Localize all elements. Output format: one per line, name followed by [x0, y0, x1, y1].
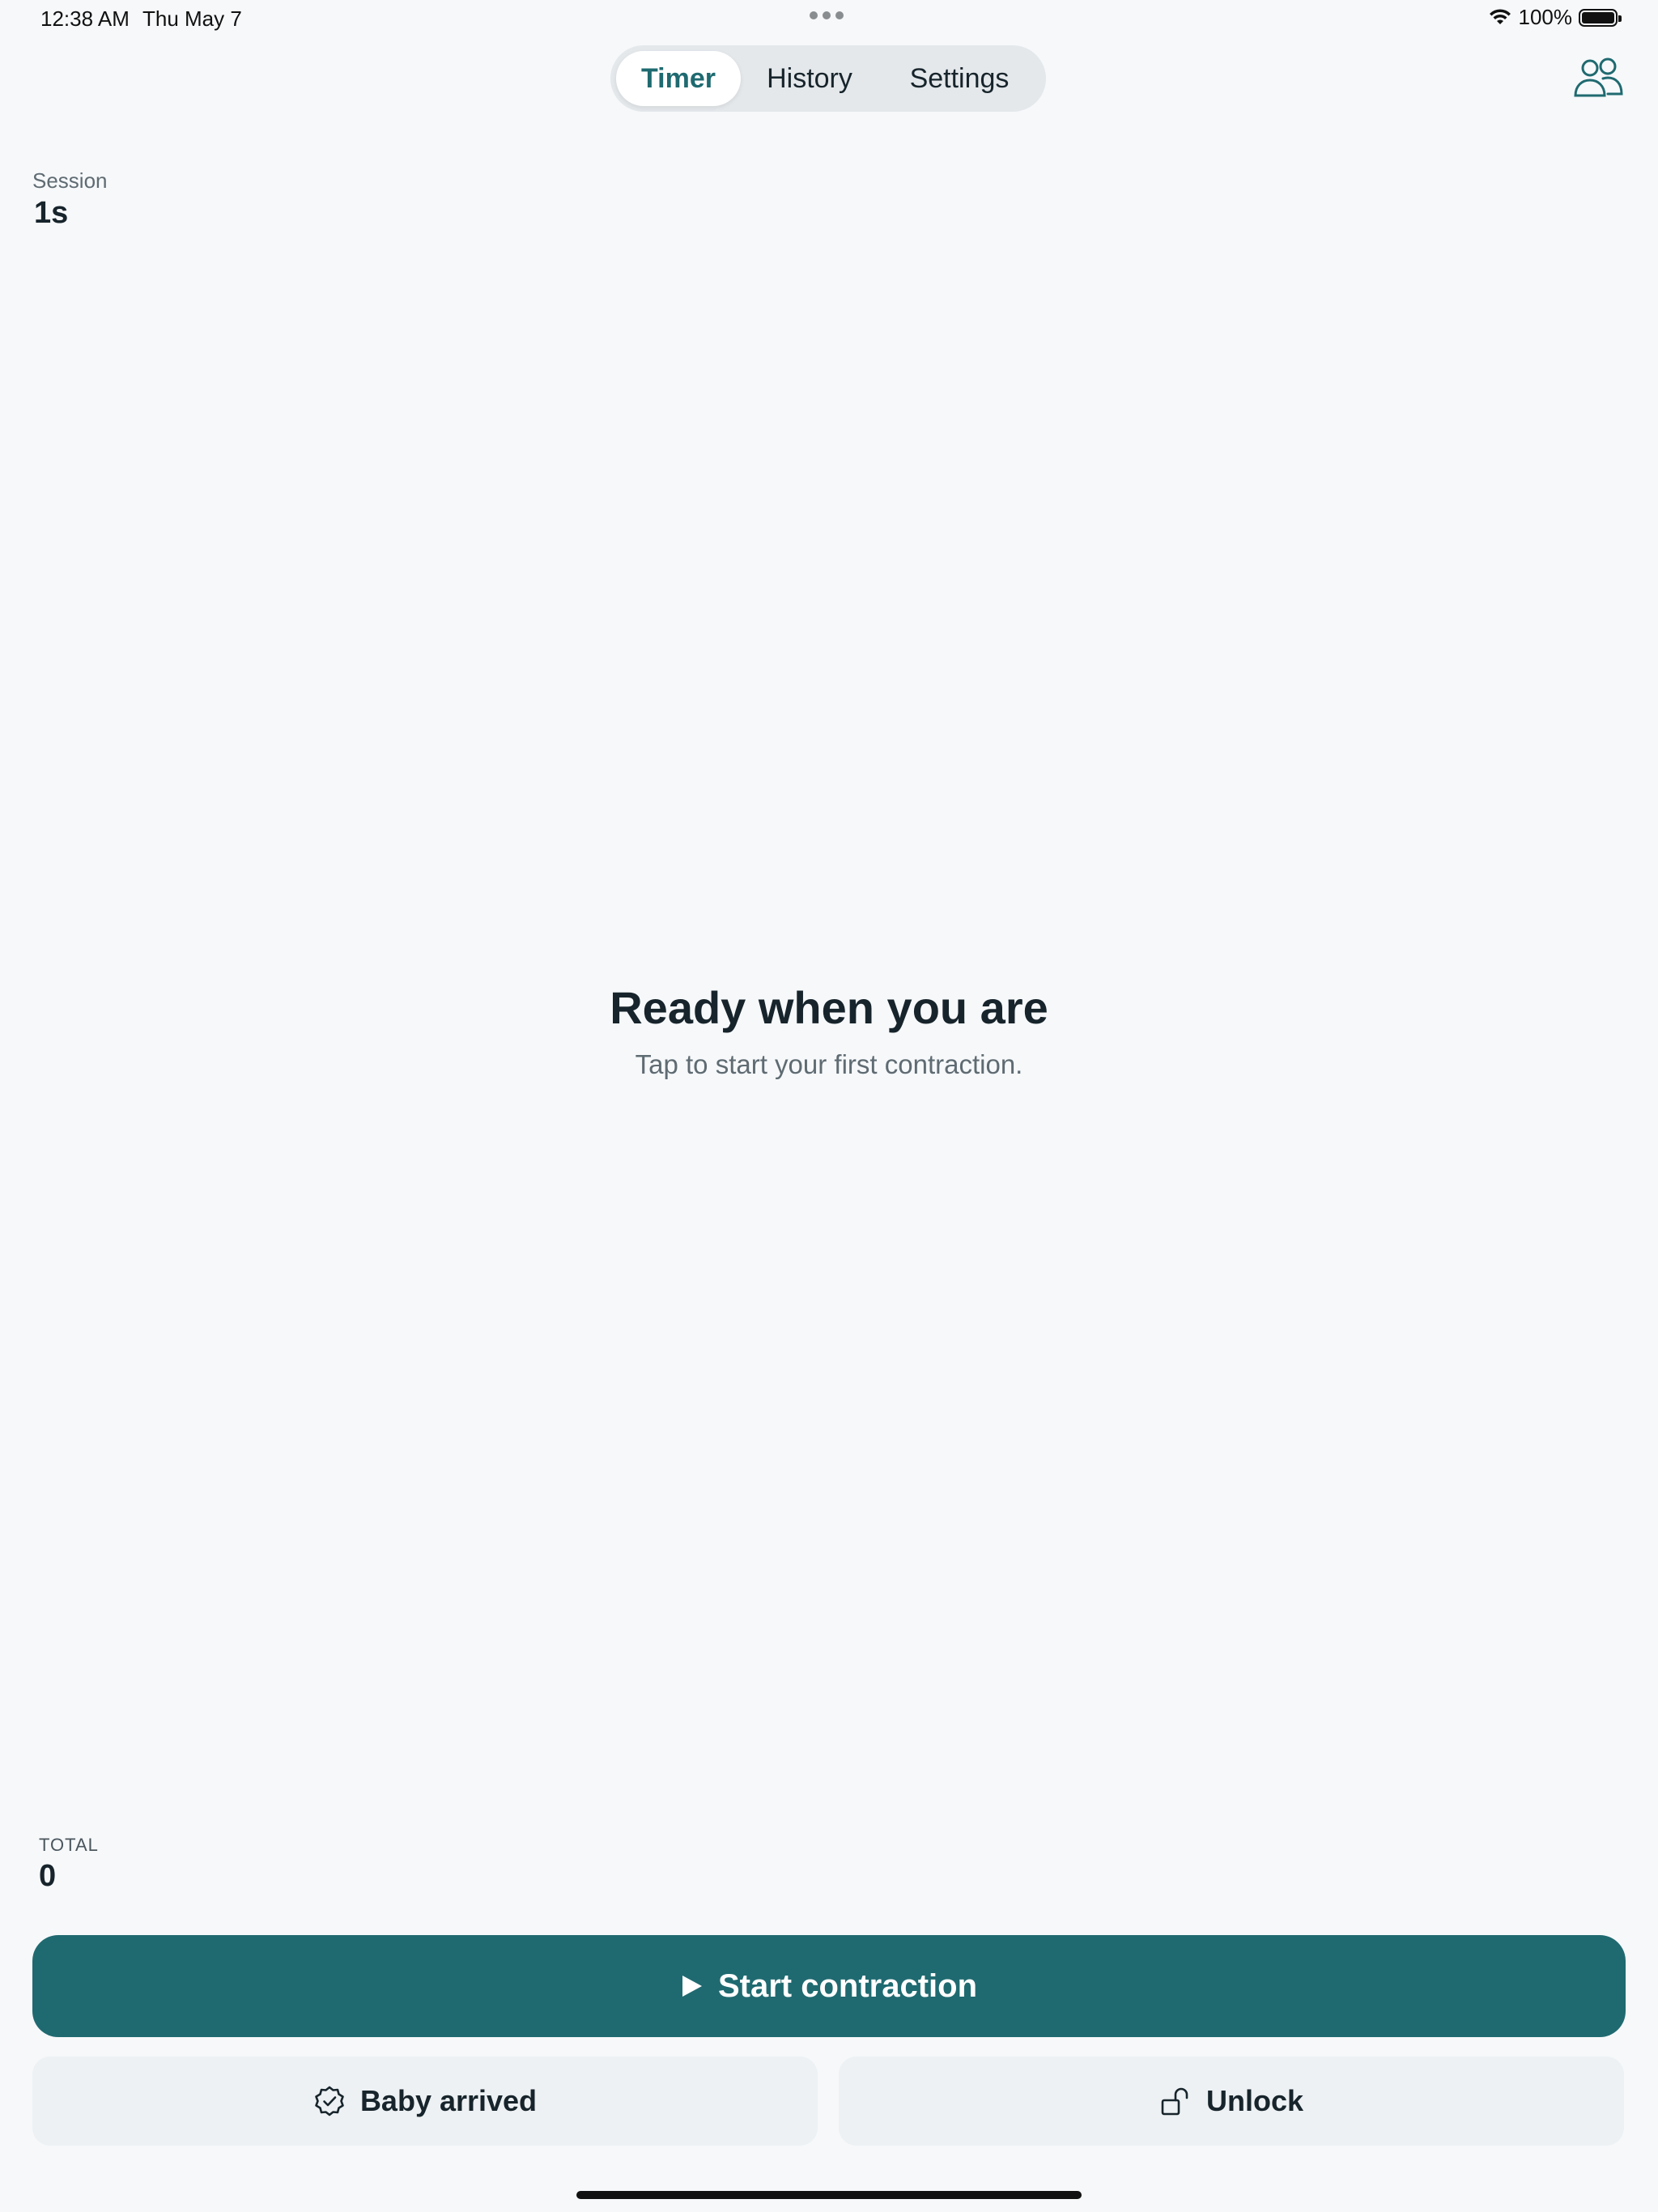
check-badge-icon — [315, 2086, 344, 2116]
unlock-label: Unlock — [1205, 2084, 1304, 2117]
unlock-button[interactable]: Unlock — [839, 2057, 1624, 2146]
baby-arrived-label: Baby arrived — [359, 2084, 538, 2117]
multitasking-dots-icon[interactable] — [810, 11, 844, 19]
session-label: Session — [32, 168, 108, 193]
timer-screen: 12:38 AM Thu May 7 100% Timer History Se… — [0, 0, 1658, 2212]
session-duration: 1s — [34, 196, 69, 230]
wifi-icon — [1489, 8, 1511, 24]
empty-state-subtitle: Tap to start your first contraction. — [635, 1049, 1023, 1079]
battery-level — [1582, 11, 1614, 23]
start-contraction-label: Start contraction — [717, 1967, 978, 2004]
start-contraction-button[interactable]: Start contraction — [32, 1935, 1626, 2037]
tab-timer[interactable]: Timer — [616, 51, 741, 106]
play-icon — [682, 1976, 702, 1997]
battery-icon — [1579, 8, 1622, 27]
total-label: TOTAL — [39, 1835, 99, 1855]
unlock-icon — [1161, 2087, 1188, 2116]
home-indicator[interactable] — [576, 2191, 1082, 2199]
status-indicators: 100% — [1488, 5, 1622, 30]
status-time: 12:38 AM — [40, 6, 130, 31]
status-date: Thu May 7 — [142, 6, 242, 31]
tab-history[interactable]: History — [741, 51, 878, 106]
baby-arrived-button[interactable]: Baby arrived — [32, 2057, 818, 2146]
tab-bar: Timer History Settings — [610, 45, 1046, 112]
empty-state-title: Ready when you are — [610, 982, 1048, 1033]
battery-percent: 100% — [1518, 5, 1573, 29]
tab-settings[interactable]: Settings — [878, 51, 1040, 106]
total-count: 0 — [39, 1859, 57, 1893]
people-icon[interactable] — [1572, 57, 1624, 99]
